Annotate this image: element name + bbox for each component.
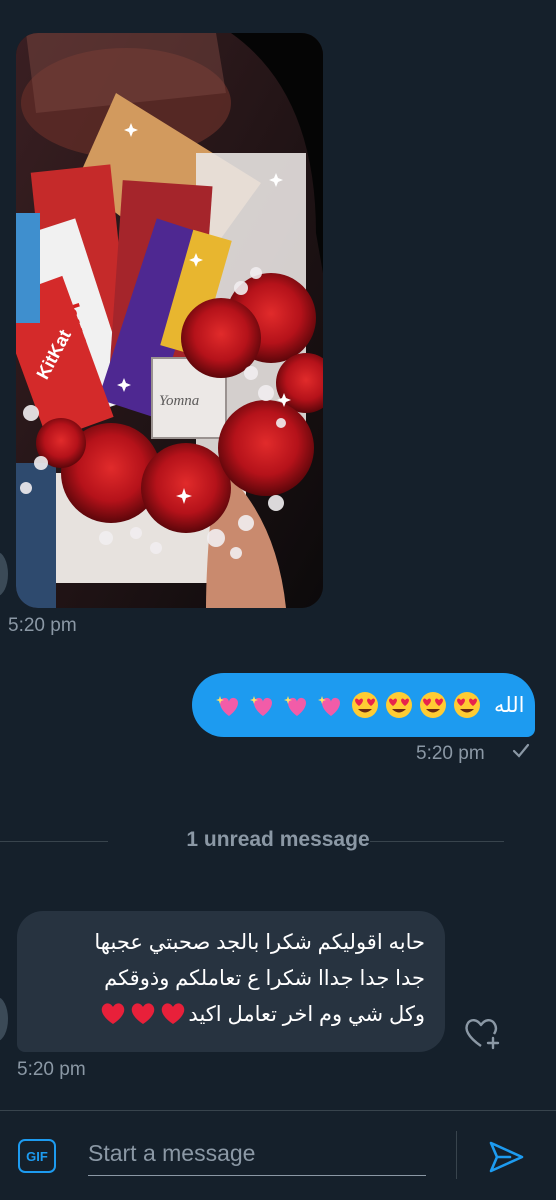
image-message-timestamp: 5:20 pm xyxy=(8,615,77,636)
incoming-message-bubble[interactable]: حابه اقوليكم شكرا بالجد صحبتي عجبها جدا … xyxy=(17,911,445,1052)
heart-eyes-icon xyxy=(452,690,482,720)
sparkling-heart-icon xyxy=(214,690,244,720)
unread-divider: 1 unread message xyxy=(0,828,556,856)
sender-avatar[interactable] xyxy=(0,552,8,596)
message-line-with-hearts: وكل شي وم اخر تعامل اكيد xyxy=(37,997,425,1033)
heart-eyes-icon xyxy=(350,690,380,720)
message-line: حابه اقوليكم شكرا بالجد صحبتي عجبها xyxy=(94,931,425,954)
heart-eyes-icon xyxy=(384,690,414,720)
outgoing-message-bubble[interactable]: الله xyxy=(192,673,535,737)
message-composer: GIF xyxy=(0,1110,556,1200)
svg-text:Yomna: Yomna xyxy=(159,393,199,409)
outgoing-message-text: الله xyxy=(494,693,525,717)
message-input[interactable] xyxy=(88,1131,426,1176)
red-heart-icon xyxy=(162,1003,185,1024)
gif-button[interactable]: GIF xyxy=(18,1139,56,1173)
checkmark-icon xyxy=(512,743,530,758)
red-heart-icon xyxy=(102,1003,125,1024)
add-reaction-heart-icon[interactable] xyxy=(462,1014,502,1052)
previous-message-cutoff xyxy=(40,0,280,4)
message-line: جدا جدا جداا شكرا ع تعاملكم وذوقكم xyxy=(104,967,425,990)
image-message[interactable]: bueno Dairy Milk KitKat Yomna xyxy=(16,33,323,608)
composer-separator xyxy=(456,1131,457,1179)
outgoing-message-timestamp: 5:20 pm xyxy=(416,743,485,764)
heart-eyes-icon xyxy=(418,690,448,720)
unread-label: 1 unread message xyxy=(186,828,370,851)
incoming-message-timestamp: 5:20 pm xyxy=(17,1059,86,1080)
sparkling-heart-icon xyxy=(248,690,278,720)
message-line: وكل شي وم اخر تعامل اكيد xyxy=(188,1003,425,1026)
gift-box-photo: bueno Dairy Milk KitKat Yomna xyxy=(16,33,323,608)
sparkling-heart-icon xyxy=(316,690,346,720)
sender-avatar[interactable] xyxy=(0,997,8,1041)
divider-line-right xyxy=(370,841,504,842)
red-heart-icon xyxy=(132,1003,155,1024)
sparkling-heart-icon xyxy=(282,690,312,720)
send-icon[interactable] xyxy=(486,1137,526,1177)
